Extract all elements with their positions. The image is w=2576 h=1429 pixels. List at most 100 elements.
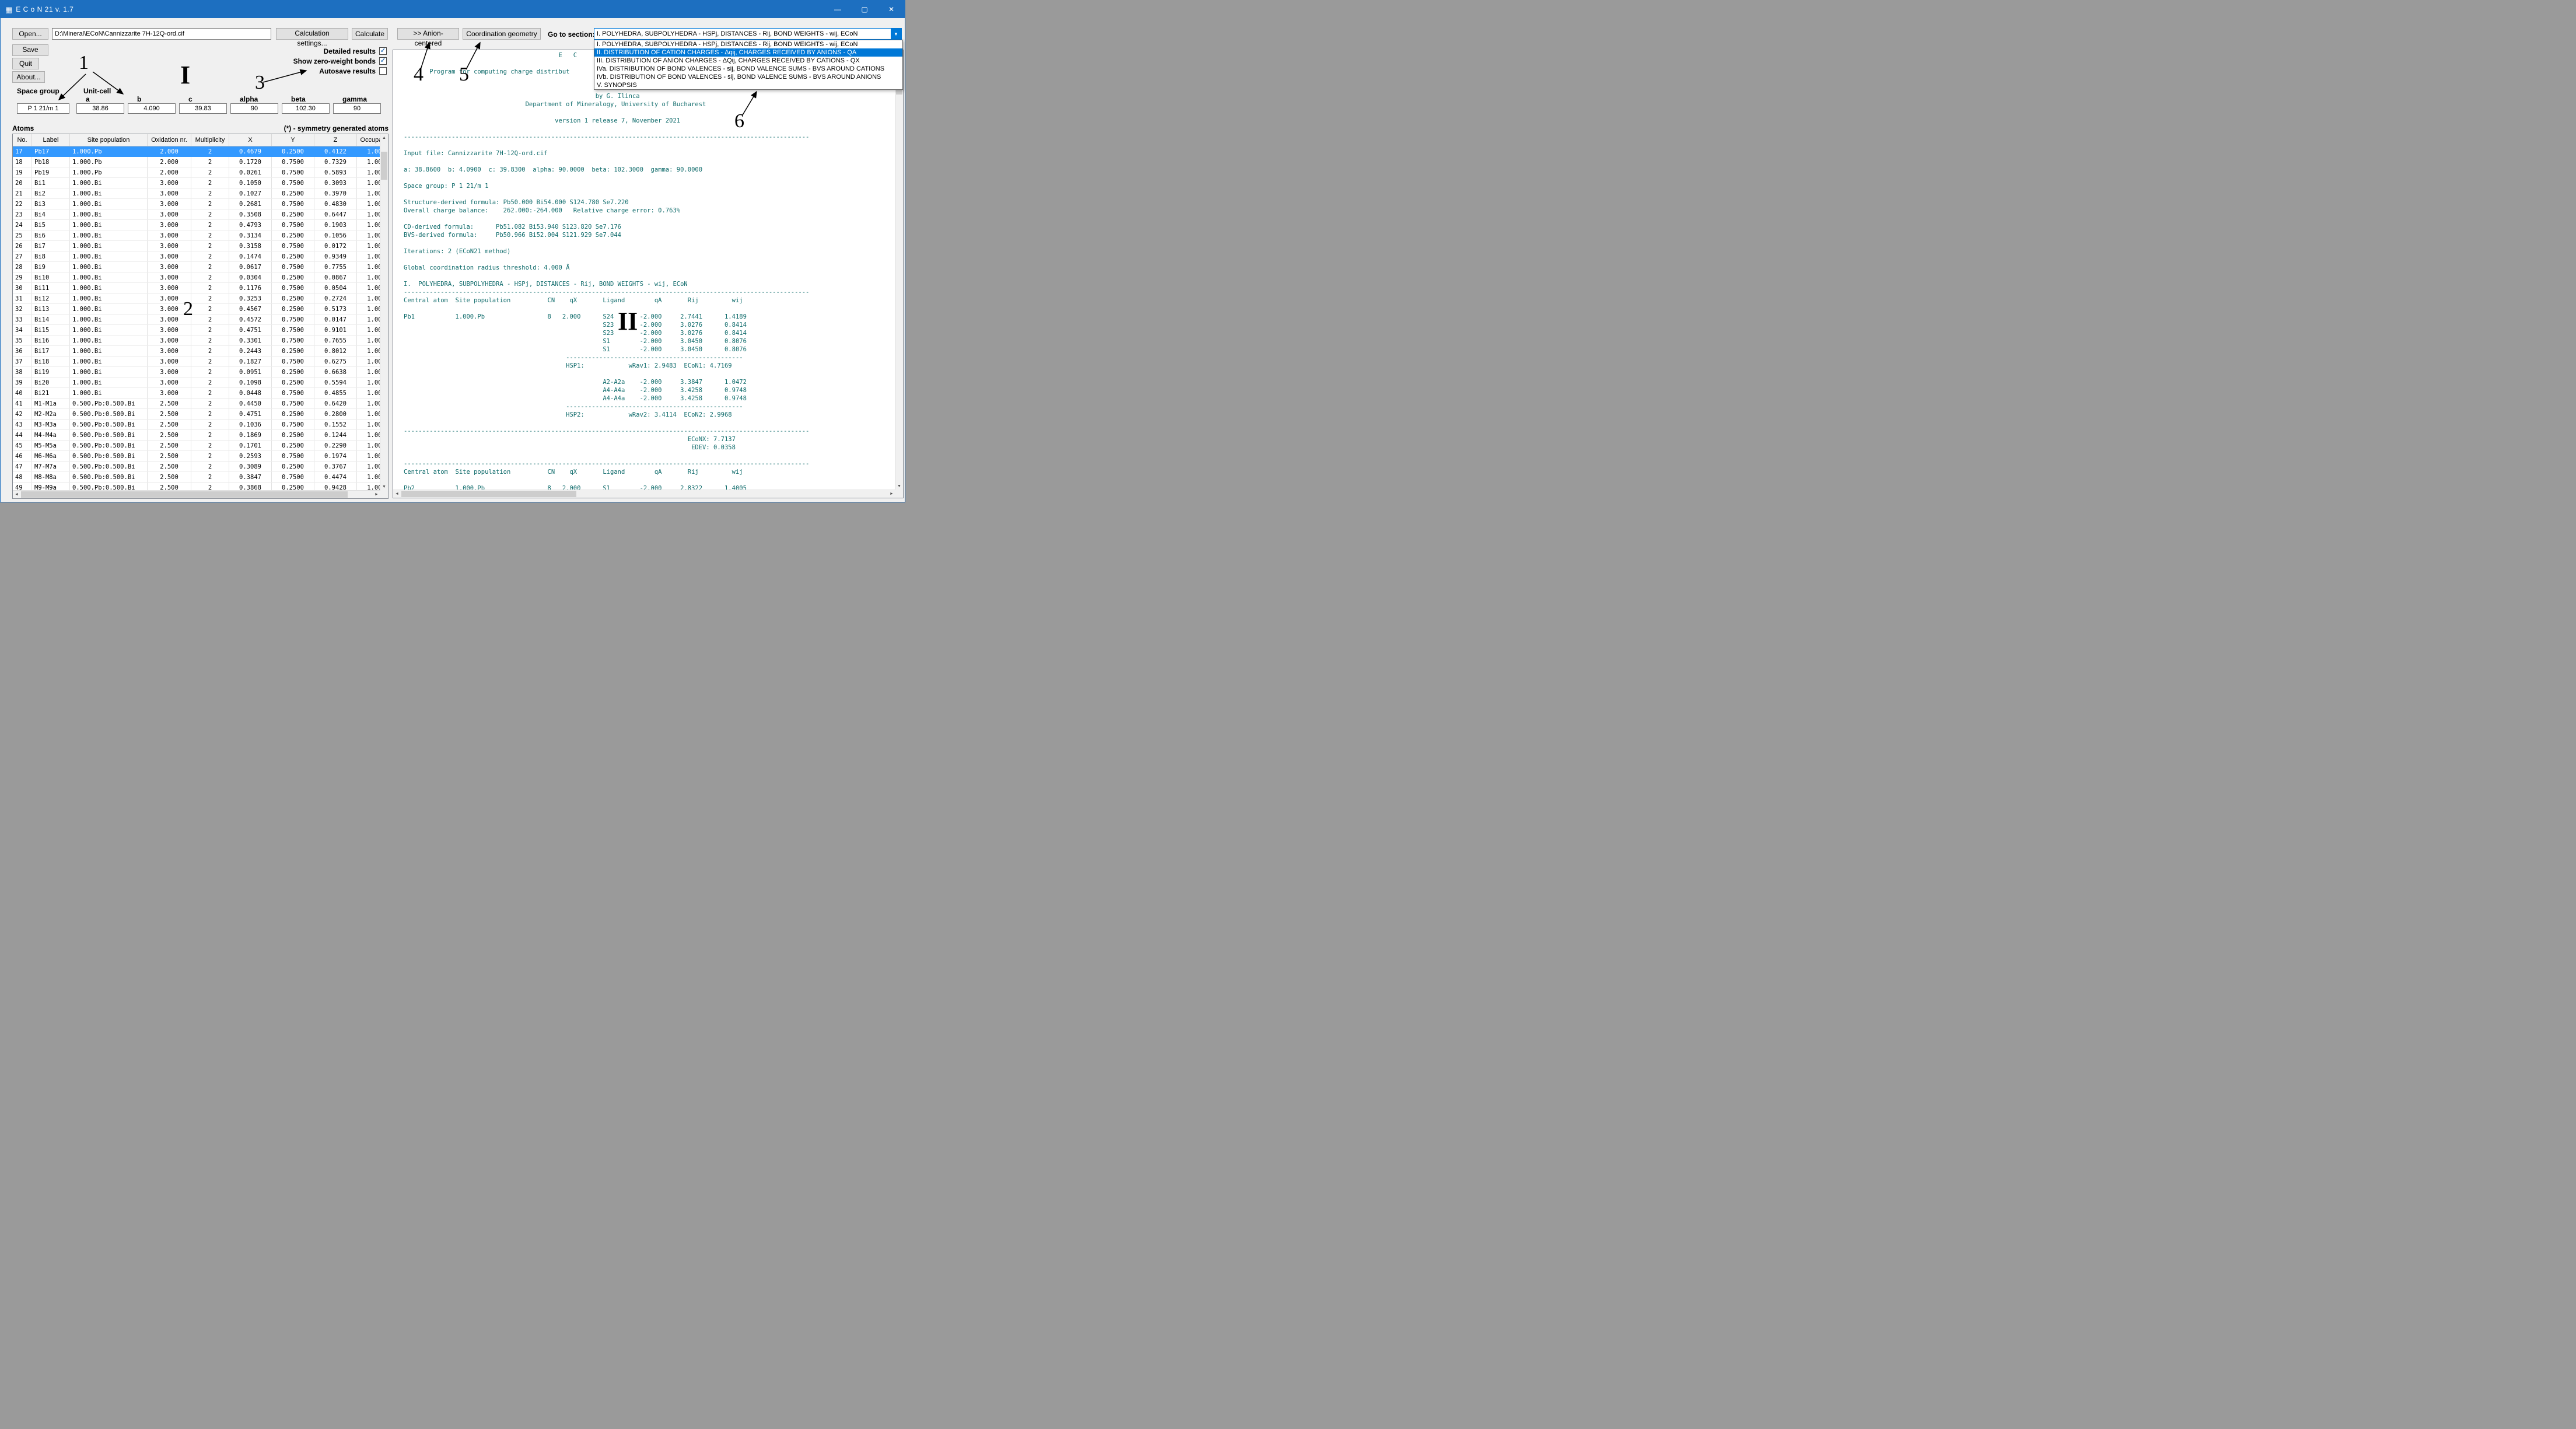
table-cell[interactable]: 0.2724	[314, 294, 357, 304]
table-cell[interactable]: 48	[13, 472, 32, 483]
space-group-input[interactable]	[17, 103, 69, 114]
table-cell[interactable]: 2.500	[148, 451, 191, 462]
table-cell[interactable]: 2.500	[148, 430, 191, 441]
table-cell[interactable]: Bi16	[32, 336, 70, 346]
table-row[interactable]: 23Bi41.000.Bi3.00020.35080.25000.64471.0…	[13, 209, 388, 220]
table-cell[interactable]: 0.3093	[314, 178, 357, 188]
table-cell[interactable]: 0.2500	[272, 378, 314, 388]
table-cell[interactable]: 3.000	[148, 188, 191, 199]
table-cell[interactable]: Bi4	[32, 209, 70, 220]
table-cell[interactable]: 1.000.Bi	[70, 388, 148, 399]
table-cell[interactable]: Pb18	[32, 157, 70, 167]
table-cell[interactable]: 0.4830	[314, 199, 357, 209]
table-cell[interactable]: 34	[13, 325, 32, 336]
table-cell[interactable]: 0.7500	[272, 388, 314, 399]
table-cell[interactable]: 2	[191, 241, 229, 251]
table-cell[interactable]: 0.4751	[229, 409, 272, 420]
table-cell[interactable]: 0.4679	[229, 146, 272, 157]
table-cell[interactable]: 45	[13, 441, 32, 451]
table-cell[interactable]: 1.000.Pb	[70, 157, 148, 167]
table-cell[interactable]: 0.1701	[229, 441, 272, 451]
table-cell[interactable]: 0.1474	[229, 251, 272, 262]
table-cell[interactable]: Bi21	[32, 388, 70, 399]
column-header[interactable]: Site population	[70, 134, 148, 146]
table-row[interactable]: 37Bi181.000.Bi3.00020.18270.75000.62751.…	[13, 357, 388, 367]
table-cell[interactable]: 2	[191, 346, 229, 357]
table-cell[interactable]: 0.7500	[272, 315, 314, 325]
anion-centered-button[interactable]: >> Anion-centered	[397, 28, 459, 40]
checkbox[interactable]: ✓	[379, 57, 387, 65]
unit-cell-beta-input[interactable]	[282, 103, 330, 114]
table-cell[interactable]: 30	[13, 283, 32, 294]
table-cell[interactable]: 2	[191, 336, 229, 346]
table-row[interactable]: 33Bi141.000.Bi3.00020.45720.75000.01471.…	[13, 315, 388, 325]
table-cell[interactable]: Bi18	[32, 357, 70, 367]
table-cell[interactable]: 2	[191, 409, 229, 420]
table-cell[interactable]: 18	[13, 157, 32, 167]
table-cell[interactable]: Pb17	[32, 146, 70, 157]
table-cell[interactable]: 2	[191, 325, 229, 336]
table-cell[interactable]: 20	[13, 178, 32, 188]
table-cell[interactable]: 0.500.Pb:0.500.Bi	[70, 399, 148, 409]
calculation-settings-button[interactable]: Calculation settings...	[276, 28, 348, 40]
about-button[interactable]: About...	[12, 71, 45, 83]
table-cell[interactable]: 0.7655	[314, 336, 357, 346]
table-cell[interactable]: Bi1	[32, 178, 70, 188]
table-cell[interactable]: 1.000.Bi	[70, 178, 148, 188]
table-cell[interactable]: 2	[191, 357, 229, 367]
table-row[interactable]: 35Bi161.000.Bi3.00020.33010.75000.76551.…	[13, 336, 388, 346]
table-cell[interactable]: 2	[191, 304, 229, 315]
table-cell[interactable]: Bi15	[32, 325, 70, 336]
table-cell[interactable]: 2.000	[148, 157, 191, 167]
table-cell[interactable]: 2	[191, 420, 229, 430]
table-row[interactable]: 40Bi211.000.Bi3.00020.04480.75000.48551.…	[13, 388, 388, 399]
column-header[interactable]: No.	[13, 134, 32, 146]
table-cell[interactable]: Pb19	[32, 167, 70, 178]
table-cell[interactable]: 0.2593	[229, 451, 272, 462]
table-cell[interactable]: 0.2500	[272, 251, 314, 262]
table-row[interactable]: 27Bi81.000.Bi3.00020.14740.25000.93491.0…	[13, 251, 388, 262]
table-row[interactable]: 42M2-M2a0.500.Pb:0.500.Bi2.50020.47510.2…	[13, 409, 388, 420]
dropdown-item[interactable]: V. SYNOPSIS	[594, 81, 902, 89]
table-cell[interactable]: 3.000	[148, 262, 191, 272]
table-cell[interactable]: 40	[13, 388, 32, 399]
titlebar[interactable]: ▦ E C o N 21 v. 1.7 — ▢ ✕	[1, 1, 905, 18]
table-cell[interactable]: 0.3253	[229, 294, 272, 304]
table-cell[interactable]: 1.000.Bi	[70, 336, 148, 346]
table-cell[interactable]: 0.0951	[229, 367, 272, 378]
table-cell[interactable]: 2	[191, 430, 229, 441]
table-cell[interactable]: 3.000	[148, 357, 191, 367]
table-cell[interactable]: 0.5893	[314, 167, 357, 178]
table-cell[interactable]: 0.7500	[272, 167, 314, 178]
table-cell[interactable]: 33	[13, 315, 32, 325]
table-cell[interactable]: 2.500	[148, 472, 191, 483]
table-cell[interactable]: 27	[13, 251, 32, 262]
table-row[interactable]: 41M1-M1a0.500.Pb:0.500.Bi2.50020.44500.7…	[13, 399, 388, 409]
table-cell[interactable]: 1.000.Bi	[70, 220, 148, 230]
table-cell[interactable]: 0.2500	[272, 462, 314, 472]
table-cell[interactable]: 0.2800	[314, 409, 357, 420]
table-cell[interactable]: 0.2500	[272, 430, 314, 441]
table-row[interactable]: 20Bi11.000.Bi3.00020.10500.75000.30931.0…	[13, 178, 388, 188]
table-cell[interactable]: 39	[13, 378, 32, 388]
table-cell[interactable]: 32	[13, 304, 32, 315]
table-cell[interactable]: 22	[13, 199, 32, 209]
unit-cell-gamma-input[interactable]	[333, 103, 381, 114]
table-cell[interactable]: 0.6447	[314, 209, 357, 220]
checkbox-row[interactable]: Detailed results✓	[251, 46, 387, 56]
table-cell[interactable]: Bi8	[32, 251, 70, 262]
table-cell[interactable]: 0.2500	[272, 272, 314, 283]
table-cell[interactable]: Bi10	[32, 272, 70, 283]
column-header[interactable]: X	[229, 134, 272, 146]
table-cell[interactable]: 2.500	[148, 441, 191, 451]
table-cell[interactable]: 2	[191, 367, 229, 378]
table-cell[interactable]: 0.5173	[314, 304, 357, 315]
table-cell[interactable]: 1.000.Bi	[70, 209, 148, 220]
table-cell[interactable]: 2	[191, 272, 229, 283]
table-cell[interactable]: Bi6	[32, 230, 70, 241]
results-vertical-scrollbar[interactable]: ▲ ▼	[895, 50, 903, 490]
table-cell[interactable]: 1.000.Bi	[70, 230, 148, 241]
scroll-left-icon[interactable]: ◄	[13, 491, 20, 498]
table-cell[interactable]: 0.2500	[272, 209, 314, 220]
table-cell[interactable]: 2	[191, 188, 229, 199]
